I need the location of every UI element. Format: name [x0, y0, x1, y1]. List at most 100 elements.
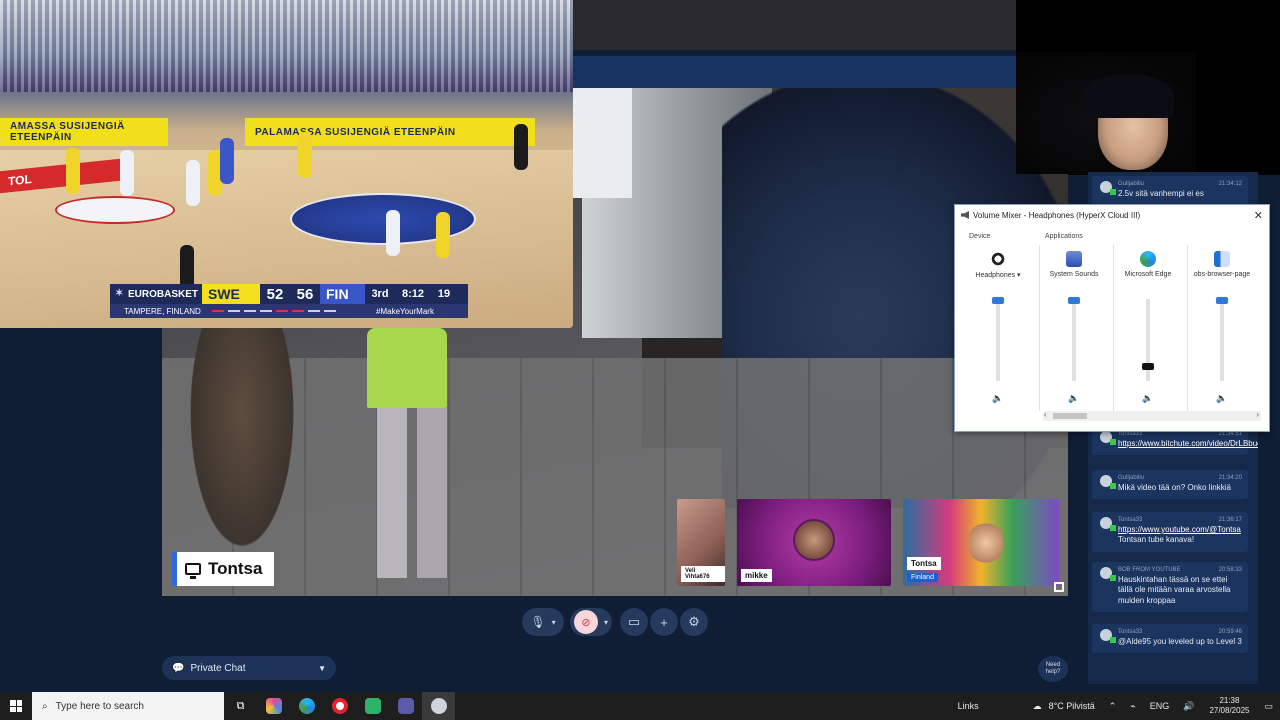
- chat-text: @Alde95 you leveled up to Level 3: [1118, 637, 1242, 646]
- taskbar-search[interactable]: ⌕ Type here to search: [32, 692, 224, 720]
- player: [220, 138, 234, 184]
- chat-text: Tontsan tube kanava!: [1118, 535, 1195, 545]
- mixer-horizontal-scrollbar[interactable]: ‹ ›: [1043, 410, 1261, 421]
- network-icon[interactable]: ⌁: [1123, 701, 1142, 712]
- windows-logo-icon: [10, 700, 22, 712]
- clock[interactable]: 21:38 27/08/2025: [1201, 696, 1257, 715]
- microphone-icon: 🎙: [530, 615, 546, 629]
- edge-icon: [298, 698, 315, 714]
- chat-text: Hauskintahan tässä on se ettei tällä ole…: [1118, 575, 1231, 605]
- chat-message: Gulljabillu 21:34:20 Mikä video tää on? O…: [1092, 470, 1248, 500]
- taskbar-app-widgets[interactable]: [257, 692, 290, 720]
- desktop: Tontsa AMASSA SUSIJENGIÄ ETEENPÄIN PALAM…: [0, 0, 1280, 720]
- gear-icon: ⚙: [688, 614, 700, 629]
- volume-slider-thumb[interactable]: [992, 297, 1004, 304]
- arena-crowd: [0, 0, 573, 92]
- game-clock: 8:12: [401, 288, 425, 300]
- channel-label: System Sounds: [1049, 271, 1099, 278]
- court-banner-center: PALAMASSA SUSIJENGIÄ ETEENPÄIN: [245, 118, 535, 146]
- chat-link[interactable]: https://www.bitchute.com/video/DrLBbuoQQ…: [1118, 439, 1258, 448]
- channel-label[interactable]: Headphones ▾: [961, 271, 1035, 279]
- private-chat-dropdown[interactable]: 💬 Private Chat ▼: [162, 656, 336, 680]
- volume-mixer-window[interactable]: Volume Mixer - Headphones (HyperX Cloud …: [954, 204, 1270, 432]
- volume-track[interactable]: [1072, 299, 1076, 381]
- chevron-down-icon[interactable]: ▾: [552, 618, 556, 627]
- basketball-stream-overlay[interactable]: AMASSA SUSIJENGIÄ ETEENPÄIN PALAMASSA SU…: [0, 0, 573, 328]
- chat-time: 21:34:20: [1218, 475, 1242, 481]
- chat-bubble-icon: 💬: [172, 662, 185, 674]
- links-toolbar[interactable]: Links: [951, 701, 986, 711]
- player: [120, 150, 134, 196]
- mixer-channel-edge: Microsoft Edge 🔈: [1111, 245, 1185, 411]
- video-person-vest: [367, 328, 447, 408]
- fullscreen-icon[interactable]: [1054, 582, 1064, 592]
- notifications-icon[interactable]: ▭: [1257, 701, 1280, 712]
- volume-slider-thumb[interactable]: [1216, 297, 1228, 304]
- streamer-webcam: [1016, 52, 1196, 174]
- lang-indicator[interactable]: ENG: [1143, 701, 1177, 711]
- chat-user: BOB FROM YOUTUBE: [1118, 567, 1181, 573]
- applications-section-label: Applications: [1045, 233, 1083, 240]
- presenter-name: Tontsa: [208, 559, 263, 578]
- player: [66, 148, 80, 194]
- volume-track[interactable]: [996, 299, 1000, 381]
- speaker-mute-icon[interactable]: 🔈: [1142, 393, 1153, 404]
- player: [436, 212, 450, 258]
- volume-slider-thumb[interactable]: [1068, 297, 1080, 304]
- system-sounds-icon: [1066, 251, 1082, 267]
- video-sky: [572, 88, 632, 198]
- scoreboard-brand: EUROBASKET: [110, 288, 202, 300]
- volume-track[interactable]: [1220, 299, 1224, 381]
- speaker-mute-icon[interactable]: 🔈: [992, 393, 1003, 404]
- taskbar-app-active[interactable]: [422, 692, 455, 720]
- chevron-up-icon[interactable]: ⌃: [1102, 701, 1124, 712]
- share-screen-button[interactable]: ▭: [620, 608, 648, 636]
- participant-tile[interactable]: mikke: [737, 499, 891, 586]
- scroll-right-icon[interactable]: ›: [1256, 410, 1259, 419]
- mixer-titlebar[interactable]: Volume Mixer - Headphones (HyperX Cloud …: [955, 205, 1269, 225]
- search-icon: ⌕: [42, 700, 48, 712]
- shot-clock: 19: [437, 288, 451, 300]
- obs-icon: [397, 698, 414, 714]
- chat-link[interactable]: https://www.youtube.com/@Tontsa: [1118, 525, 1241, 534]
- camera-button[interactable]: ⊘ ▾: [570, 608, 612, 636]
- need-help-button[interactable]: Need help?: [1038, 656, 1068, 682]
- volume-icon[interactable]: 🔊: [1176, 701, 1201, 712]
- app-top-strip: [570, 0, 1020, 50]
- obs-browser-icon: [1214, 251, 1230, 267]
- camera-off-icon: ⊘: [573, 610, 598, 634]
- verified-badge-icon: [1110, 575, 1116, 581]
- start-button[interactable]: [0, 692, 32, 720]
- taskbar-app-green[interactable]: [356, 692, 389, 720]
- channel-label: obs-browser-page: [1193, 271, 1251, 278]
- add-button[interactable]: +: [650, 608, 678, 636]
- volume-slider-thumb[interactable]: [1142, 362, 1154, 370]
- referee: [514, 124, 528, 170]
- microphone-button[interactable]: 🎙 ▾: [522, 608, 564, 636]
- taskbar-app-edge[interactable]: [290, 692, 323, 720]
- participant-name: mikke: [741, 569, 772, 582]
- scroll-left-icon[interactable]: ‹: [1044, 410, 1047, 419]
- task-view-button[interactable]: ⧉: [224, 692, 257, 720]
- chat-time: 21:36:17: [1218, 517, 1242, 523]
- close-icon[interactable]: ✕: [1254, 209, 1263, 222]
- chevron-down-icon[interactable]: ▾: [604, 618, 608, 627]
- settings-button[interactable]: ⚙: [680, 608, 708, 636]
- screen-share-icon: ▭: [627, 614, 641, 629]
- scrollbar-thumb[interactable]: [1053, 413, 1087, 419]
- taskbar-app-opera[interactable]: [323, 692, 356, 720]
- device-section-label: Device: [969, 233, 991, 240]
- headphones-icon: [990, 251, 1006, 267]
- speaker-mute-icon[interactable]: 🔈: [1216, 393, 1227, 404]
- opera-icon: [331, 698, 348, 714]
- clock-date: 27/08/2025: [1209, 706, 1250, 715]
- participant-tile[interactable]: Tontsa Finland: [903, 499, 1059, 586]
- participant-tile[interactable]: Veli Vihta676: [677, 499, 725, 586]
- webcam-cap: [1082, 74, 1174, 118]
- speaker-mute-icon[interactable]: 🔈: [1068, 393, 1079, 404]
- taskbar-app-obs[interactable]: [389, 692, 422, 720]
- team-home: SWE: [202, 284, 260, 304]
- weather-text[interactable]: 8°C Pilvistä: [1049, 701, 1102, 711]
- verified-badge-icon: [1110, 525, 1116, 531]
- chat-user: Gulljabillu: [1118, 475, 1145, 481]
